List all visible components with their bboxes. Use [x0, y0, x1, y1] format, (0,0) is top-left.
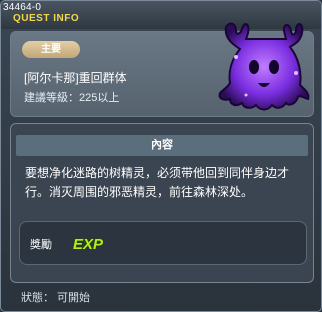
content-panel: 內容 要想净化迷路的树精灵，必须带他回到同伴身边才行。消灭周围的邪恶精灵，前往森… [10, 123, 314, 283]
quest-category-badge: 主要 [22, 41, 80, 58]
exp-icon-text: EXP [73, 236, 104, 253]
quest-level-requirement: 建議等級：225以上 [24, 92, 120, 104]
quest-name: [阿尔卡那]重回群体 [24, 71, 127, 85]
content-header: 內容 [16, 135, 308, 156]
exp-icon: EXP [72, 235, 104, 253]
reward-box: 獎勵 EXP [19, 221, 307, 265]
reward-label: 獎勵 [30, 239, 52, 251]
purple-spirit-npc-icon [218, 22, 310, 111]
window-id: 34464-0 [3, 2, 42, 13]
window-title: QUEST INFO [13, 13, 80, 24]
quest-info-window: 34464-0 QUEST INFO 主要 [阿尔卡那]重回群体 建議等級：22… [0, 0, 322, 312]
quest-description: 要想净化迷路的树精灵，必须带他回到同伴身边才行。消灭周围的邪恶精灵，前往森林深处… [25, 166, 290, 199]
quest-status: 狀態： 可開始 [21, 292, 91, 304]
